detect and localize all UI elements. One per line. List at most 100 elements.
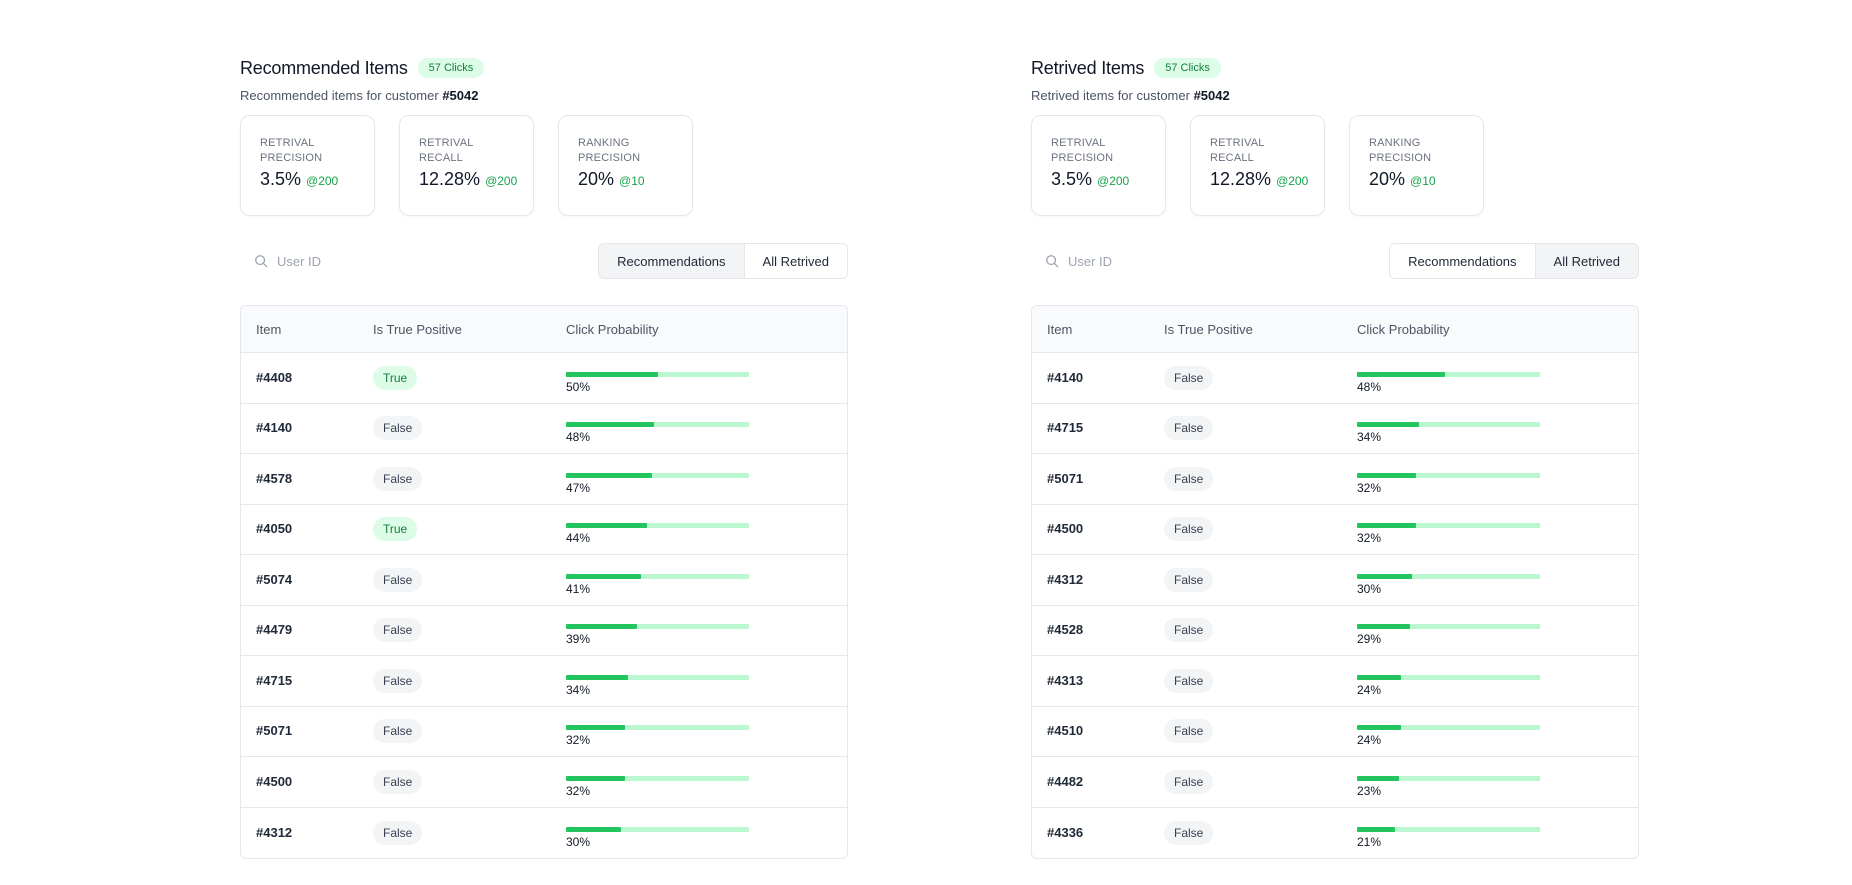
table-row[interactable]: #4479 False 39% <box>241 606 847 656</box>
probability-bar-track <box>566 624 749 630</box>
table-row[interactable]: #4500 False 32% <box>1032 505 1638 555</box>
probability-bar-fill <box>566 573 642 579</box>
true-positive-badge: False <box>373 567 423 592</box>
probability-bar-fill <box>1357 573 1412 579</box>
customer-id: #5042 <box>442 88 479 103</box>
click-probability-cell: 34% <box>566 665 847 697</box>
item-id: #4140 <box>256 420 293 436</box>
table-row[interactable]: #4408 True 50% <box>241 353 847 404</box>
table-row[interactable]: #5074 False 41% <box>241 555 847 606</box>
metric-label: RETRIVAL PRECISION <box>1051 136 1146 166</box>
metric-at-k: @200 <box>485 174 518 188</box>
table-row[interactable]: #4715 False 34% <box>1032 404 1638 454</box>
column-header-click-probability[interactable]: Click Probability <box>1357 322 1638 337</box>
column-header-item[interactable]: Item <box>241 322 373 337</box>
probability-bar-fill <box>1357 674 1401 680</box>
table-row[interactable]: #4312 False 30% <box>241 808 847 859</box>
user-id-search-input[interactable] <box>277 253 477 269</box>
true-positive-badge: False <box>373 719 423 744</box>
column-header-is-true-positive[interactable]: Is True Positive <box>1164 322 1357 337</box>
item-id: #4312 <box>256 824 293 840</box>
true-positive-badge: True <box>373 517 418 542</box>
table-row[interactable]: #4140 False 48% <box>1032 353 1638 404</box>
metric-label-line1: RANKING <box>1369 137 1421 149</box>
probability-value: 24% <box>1357 682 1382 697</box>
metrics-row: RETRIVAL PRECISION 3.5% @200 RETRIVAL RE… <box>1031 115 1639 216</box>
probability-bar-fill <box>566 826 621 832</box>
recommendations-tab[interactable]: Recommendations <box>1390 244 1535 278</box>
view-toggle: Recommendations All Retrived <box>1389 243 1639 279</box>
probability-bar-fill <box>1357 775 1400 781</box>
probability-bar-fill <box>1357 523 1416 529</box>
click-probability-cell: 39% <box>566 614 847 646</box>
probability-bar-fill <box>1357 422 1420 428</box>
item-id: #4482 <box>1047 773 1084 789</box>
click-probability-cell: 32% <box>566 715 847 747</box>
click-probability-cell: 41% <box>566 564 847 596</box>
click-probability-cell: 32% <box>1357 463 1638 495</box>
clicks-badge: 57 Clicks <box>1154 58 1221 78</box>
metric-at-k: @200 <box>1276 174 1309 188</box>
table-row[interactable]: #4528 False 29% <box>1032 606 1638 656</box>
panel-title: Retrived Items <box>1031 57 1145 78</box>
panel-subtitle: Retrived items for customer #5042 <box>1031 88 1639 103</box>
probability-bar-fill <box>1357 826 1396 832</box>
table-row[interactable]: #4140 False 48% <box>241 404 847 454</box>
metric-label-line2: PRECISION <box>578 152 641 164</box>
probability-value: 44% <box>566 531 591 546</box>
metric-label-line1: RETRIVAL <box>260 137 315 149</box>
probability-bar-track <box>566 422 749 428</box>
probability-value: 47% <box>566 480 591 495</box>
table-row[interactable]: #4482 False 23% <box>1032 757 1638 808</box>
probability-value: 39% <box>566 632 591 647</box>
true-positive-badge: False <box>1164 618 1214 643</box>
probability-bar-fill <box>566 371 658 377</box>
probability-bar-track <box>1357 775 1540 781</box>
probability-value: 34% <box>566 682 591 697</box>
true-positive-badge: False <box>1164 365 1214 390</box>
recommendations-tab[interactable]: Recommendations <box>599 244 744 278</box>
search-box[interactable] <box>1031 253 1268 269</box>
item-id: #4140 <box>1047 369 1084 385</box>
table-row[interactable]: #4313 False 24% <box>1032 656 1638 707</box>
table-row[interactable]: #4500 False 32% <box>241 757 847 808</box>
metric-label-line1: RETRIVAL <box>1051 137 1106 149</box>
column-header-is-true-positive[interactable]: Is True Positive <box>373 322 566 337</box>
click-probability-cell: 23% <box>1357 766 1638 798</box>
item-id: #4528 <box>1047 622 1084 638</box>
metric-card-retrival-precision: RETRIVAL PRECISION 3.5% @200 <box>1031 115 1166 216</box>
column-header-item[interactable]: Item <box>1032 322 1164 337</box>
item-id: #4050 <box>256 521 293 537</box>
table-row[interactable]: #4715 False 34% <box>241 656 847 707</box>
click-probability-cell: 30% <box>1357 564 1638 596</box>
probability-bar-track <box>566 725 749 731</box>
all-retrived-tab[interactable]: All Retrived <box>1534 244 1638 278</box>
items-table: Item Is True Positive Click Probability … <box>1031 305 1639 859</box>
column-header-click-probability[interactable]: Click Probability <box>566 322 847 337</box>
all-retrived-tab[interactable]: All Retrived <box>743 244 847 278</box>
probability-bar-fill <box>566 775 625 781</box>
item-id: #4715 <box>1047 420 1084 436</box>
table-row[interactable]: #4050 True 44% <box>241 505 847 555</box>
search-icon <box>255 255 268 268</box>
probability-value: 32% <box>1357 480 1382 495</box>
click-probability-cell: 47% <box>566 463 847 495</box>
probability-bar-track <box>1357 422 1540 428</box>
metric-card-ranking-precision: RANKING PRECISION 20% @10 <box>1349 115 1484 216</box>
user-id-search-input[interactable] <box>1068 253 1268 269</box>
table-row[interactable]: #4336 False 21% <box>1032 808 1638 859</box>
table-row[interactable]: #5071 False 32% <box>241 707 847 757</box>
true-positive-badge: False <box>373 668 423 693</box>
table-row[interactable]: #4312 False 30% <box>1032 555 1638 606</box>
probability-bar-track <box>566 472 749 478</box>
metric-card-retrival-recall: RETRIVAL RECALL 12.28% @200 <box>1190 115 1325 216</box>
metric-value: 20% <box>1369 169 1406 189</box>
table-row[interactable]: #4578 False 47% <box>241 454 847 505</box>
table-header: Item Is True Positive Click Probability <box>1032 306 1638 353</box>
table-row[interactable]: #4510 False 24% <box>1032 707 1638 757</box>
click-probability-cell: 32% <box>566 766 847 798</box>
table-row[interactable]: #5071 False 32% <box>1032 454 1638 505</box>
search-box[interactable] <box>240 253 477 269</box>
item-id: #5071 <box>1047 470 1084 486</box>
click-probability-cell: 34% <box>1357 412 1638 444</box>
